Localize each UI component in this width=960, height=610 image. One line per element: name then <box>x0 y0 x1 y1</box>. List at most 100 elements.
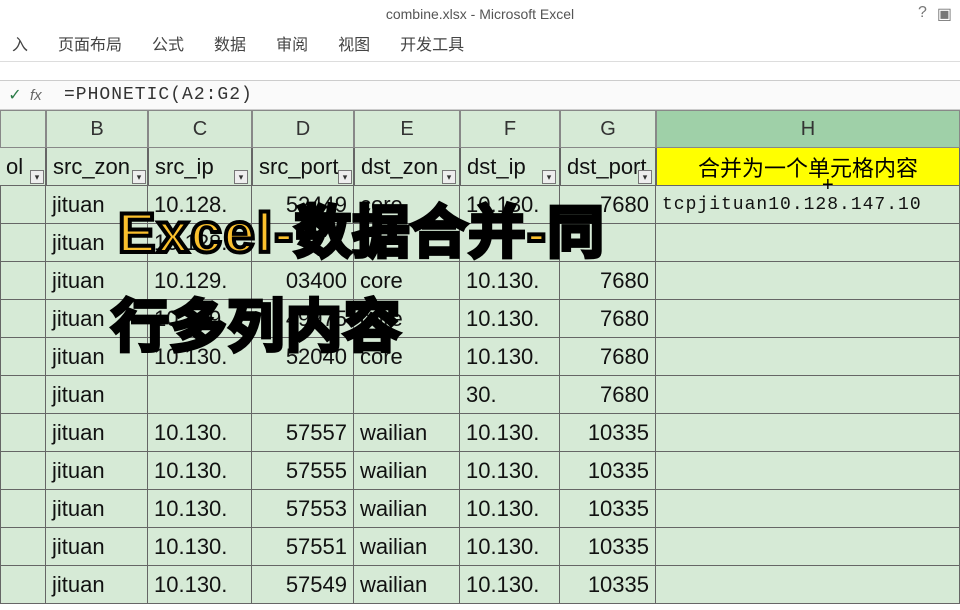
cell-E4[interactable]: core <box>354 262 460 300</box>
cell-B9[interactable]: jituan <box>46 452 148 490</box>
cell-A6[interactable] <box>0 338 46 376</box>
col-header-B[interactable]: B <box>46 110 148 148</box>
tab-2[interactable]: 公式 <box>148 25 188 61</box>
col-header-C[interactable]: C <box>148 110 252 148</box>
cell-G2[interactable]: 7680 <box>560 186 656 224</box>
cell-B2[interactable]: jituan <box>46 186 148 224</box>
cell-H3[interactable] <box>656 224 960 262</box>
filter-icon[interactable]: ▾ <box>542 170 556 184</box>
cell-H6[interactable] <box>656 338 960 376</box>
cell-H9[interactable] <box>656 452 960 490</box>
cell-C4[interactable]: 10.129. <box>148 262 252 300</box>
cell-B11[interactable]: jituan <box>46 528 148 566</box>
cell-H5[interactable] <box>656 300 960 338</box>
cell-C2[interactable]: 10.128. <box>148 186 252 224</box>
cell-D12[interactable]: 57549 <box>252 566 354 604</box>
cell-D5[interactable]: 49975 <box>252 300 354 338</box>
cell-H7[interactable] <box>656 376 960 414</box>
cell-A11[interactable] <box>0 528 46 566</box>
fx-label[interactable]: fx <box>30 87 58 104</box>
cell-H4[interactable] <box>656 262 960 300</box>
cell-B3[interactable]: jituan <box>46 224 148 262</box>
cell-D6[interactable]: 52040 <box>252 338 354 376</box>
cell-C8[interactable]: 10.130. <box>148 414 252 452</box>
cell-D7[interactable] <box>252 376 354 414</box>
cell-G9[interactable]: 10335 <box>560 452 656 490</box>
cell-D11[interactable]: 57551 <box>252 528 354 566</box>
restore-icon[interactable]: ▣ <box>937 4 952 24</box>
cell-B6[interactable]: jituan <box>46 338 148 376</box>
cell-F2[interactable]: 10.130. <box>460 186 560 224</box>
cell-F12[interactable]: 10.130. <box>460 566 560 604</box>
cell-H12[interactable] <box>656 566 960 604</box>
cell-F8[interactable]: 10.130. <box>460 414 560 452</box>
cell-G10[interactable]: 10335 <box>560 490 656 528</box>
cell-H8[interactable] <box>656 414 960 452</box>
cell-B5[interactable]: jituan <box>46 300 148 338</box>
cell-A8[interactable] <box>0 414 46 452</box>
cell-G5[interactable]: 7680 <box>560 300 656 338</box>
cell-C3[interactable]: 10.128. <box>148 224 252 262</box>
filter-icon[interactable]: ▾ <box>234 170 248 184</box>
cell-H2[interactable]: tcpjituan10.128.147.10 <box>656 186 960 224</box>
col-header-E[interactable]: E <box>354 110 460 148</box>
cell-E2[interactable]: core <box>354 186 460 224</box>
cell-F6[interactable]: 10.130. <box>460 338 560 376</box>
cell-E9[interactable]: wailian <box>354 452 460 490</box>
col-header-F[interactable]: F <box>460 110 560 148</box>
tab-1[interactable]: 页面布局 <box>54 25 126 61</box>
cell-B10[interactable]: jituan <box>46 490 148 528</box>
cell-D3[interactable] <box>252 224 354 262</box>
cell-A2[interactable] <box>0 186 46 224</box>
cell-D2[interactable]: 52449 <box>252 186 354 224</box>
col-header-blank[interactable] <box>0 110 46 148</box>
filter-icon[interactable]: ▾ <box>442 170 456 184</box>
cell-H1[interactable]: 合并为一个单元格内容 <box>656 148 960 186</box>
cell-G6[interactable]: 7680 <box>560 338 656 376</box>
tab-6[interactable]: 开发工具 <box>396 25 468 61</box>
cell-E6[interactable]: core <box>354 338 460 376</box>
cell-D9[interactable]: 57555 <box>252 452 354 490</box>
formula-input[interactable]: =PHONETIC(A2:G2) <box>58 85 960 105</box>
filter-icon[interactable]: ▾ <box>638 170 652 184</box>
formula-confirm-icon[interactable]: ✓ <box>0 85 30 105</box>
cell-G11[interactable]: 10335 <box>560 528 656 566</box>
filter-icon[interactable]: ▾ <box>132 170 146 184</box>
cell-A3[interactable] <box>0 224 46 262</box>
cell-A10[interactable] <box>0 490 46 528</box>
cell-F3[interactable] <box>460 224 560 262</box>
tab-5[interactable]: 视图 <box>334 25 374 61</box>
cell-E8[interactable]: wailian <box>354 414 460 452</box>
cell-B8[interactable]: jituan <box>46 414 148 452</box>
cell-C6[interactable]: 10.130. <box>148 338 252 376</box>
cell-E10[interactable]: wailian <box>354 490 460 528</box>
cell-H11[interactable] <box>656 528 960 566</box>
tab-3[interactable]: 数据 <box>210 25 250 61</box>
cell-B7[interactable]: jituan <box>46 376 148 414</box>
cell-F5[interactable]: 10.130. <box>460 300 560 338</box>
cell-G4[interactable]: 7680 <box>560 262 656 300</box>
cell-D8[interactable]: 57557 <box>252 414 354 452</box>
cell-E7[interactable] <box>354 376 460 414</box>
tab-4[interactable]: 审阅 <box>272 25 312 61</box>
col-header-H[interactable]: H <box>656 110 960 148</box>
cell-C10[interactable]: 10.130. <box>148 490 252 528</box>
cell-E12[interactable]: wailian <box>354 566 460 604</box>
cell-B12[interactable]: jituan <box>46 566 148 604</box>
cell-A5[interactable] <box>0 300 46 338</box>
filter-icon[interactable]: ▾ <box>30 170 44 184</box>
col-header-D[interactable]: D <box>252 110 354 148</box>
cell-C5[interactable]: 10.129. <box>148 300 252 338</box>
cell-A12[interactable] <box>0 566 46 604</box>
cell-A7[interactable] <box>0 376 46 414</box>
col-header-G[interactable]: G <box>560 110 656 148</box>
cell-G12[interactable]: 10335 <box>560 566 656 604</box>
cell-C7[interactable] <box>148 376 252 414</box>
cell-C9[interactable]: 10.130. <box>148 452 252 490</box>
cell-B4[interactable]: jituan <box>46 262 148 300</box>
cell-G3[interactable] <box>560 224 656 262</box>
help-icon[interactable]: ? <box>918 4 927 24</box>
cell-D10[interactable]: 57553 <box>252 490 354 528</box>
cell-C12[interactable]: 10.130. <box>148 566 252 604</box>
cell-H10[interactable] <box>656 490 960 528</box>
